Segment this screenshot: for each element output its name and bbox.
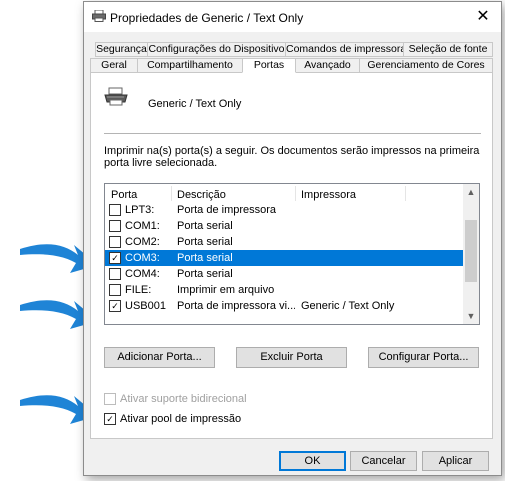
apply-button[interactable]: Aplicar — [422, 451, 489, 471]
column-header-porta[interactable]: Porta — [111, 189, 137, 201]
tab-configuracoes-dispositivo[interactable]: Configurações do Dispositivo — [147, 42, 286, 57]
column-header-impressora[interactable]: Impressora — [301, 189, 356, 201]
tab-seguranca[interactable]: Segurança — [95, 42, 148, 57]
port-checkbox[interactable]: ✓ — [109, 252, 121, 264]
delete-port-button[interactable]: Excluir Porta — [236, 347, 347, 368]
port-name: COM4: — [125, 268, 160, 280]
portas-panel: Generic / Text Only Imprimir na(s) porta… — [90, 72, 493, 439]
tab-portas[interactable]: Portas — [242, 58, 296, 73]
cancel-button[interactable]: Cancelar — [350, 451, 417, 471]
port-list-header: Porta Descrição Impressora — [105, 184, 463, 202]
printer-small-icon — [92, 10, 106, 22]
port-list[interactable]: Porta Descrição Impressora LPT3: Porta de… — [104, 183, 480, 325]
port-row[interactable]: ✓ COM3: Porta serial — [105, 250, 463, 266]
column-divider — [405, 186, 406, 201]
close-button[interactable]: ✕ — [465, 2, 501, 32]
port-name: LPT3: — [125, 204, 155, 216]
port-description: Porta de impressora vi... — [177, 300, 295, 312]
vertical-scrollbar[interactable]: ▲ ▼ — [463, 184, 479, 324]
tab-geral[interactable]: Geral — [90, 58, 138, 73]
tab-avancado[interactable]: Avançado — [295, 58, 360, 73]
port-description: Porta serial — [177, 236, 233, 248]
port-name: COM1: — [125, 220, 160, 232]
printer-icon — [104, 87, 128, 106]
printer-name: Generic / Text Only — [148, 98, 242, 110]
scroll-up-icon[interactable]: ▲ — [463, 184, 479, 200]
port-row[interactable]: COM4: Porta serial — [105, 266, 463, 282]
port-checkbox[interactable] — [109, 204, 121, 216]
port-name: FILE: — [125, 284, 152, 296]
ports-description: Imprimir na(s) porta(s) a seguir. Os doc… — [104, 145, 480, 169]
separator — [104, 133, 481, 134]
port-checkbox[interactable] — [109, 268, 121, 280]
port-description: Porta serial — [177, 252, 233, 264]
column-divider — [295, 186, 296, 201]
port-name: COM3: — [125, 252, 160, 264]
bidirectional-label: Ativar suporte bidirecional — [120, 393, 247, 405]
port-printer: Generic / Text Only — [301, 300, 395, 312]
port-checkbox[interactable] — [109, 236, 121, 248]
port-description: Porta serial — [177, 220, 233, 232]
scroll-thumb[interactable] — [465, 220, 477, 282]
configure-port-button[interactable]: Configurar Porta... — [368, 347, 479, 368]
window-title: Propriedades de Generic / Text Only — [110, 11, 304, 25]
scroll-down-icon[interactable]: ▼ — [463, 308, 479, 324]
bidirectional-checkbox[interactable] — [104, 393, 116, 405]
title-bar: Propriedades de Generic / Text Only ✕ — [84, 2, 501, 32]
port-name: COM2: — [125, 236, 160, 248]
ok-button[interactable]: OK — [279, 451, 346, 471]
port-row[interactable]: ✓ USB001 Porta de impressora vi... Generic … — [105, 298, 463, 314]
column-header-descricao[interactable]: Descrição — [177, 189, 226, 201]
column-divider — [171, 186, 172, 201]
port-checkbox[interactable]: ✓ — [109, 300, 121, 312]
printer-properties-dialog: Propriedades de Generic / Text Only ✕ Se… — [83, 1, 502, 476]
add-port-button[interactable]: Adicionar Porta... — [104, 347, 215, 368]
port-row[interactable]: COM1: Porta serial — [105, 218, 463, 234]
tab-selecao-fonte[interactable]: Seleção de fonte — [403, 42, 493, 57]
tab-gerenciamento-cores[interactable]: Gerenciamento de Cores — [359, 58, 493, 73]
tab-comandos-impressora[interactable]: Comandos de impressora — [285, 42, 404, 57]
port-description: Porta serial — [177, 268, 233, 280]
port-row[interactable]: FILE: Imprimir em arquivo — [105, 282, 463, 298]
port-checkbox[interactable] — [109, 284, 121, 296]
port-checkbox[interactable] — [109, 220, 121, 232]
port-description: Porta de impressora — [177, 204, 277, 216]
port-name: USB001 — [125, 300, 166, 312]
port-row[interactable]: COM2: Porta serial — [105, 234, 463, 250]
printer-pool-label: Ativar pool de impressão — [120, 413, 242, 425]
port-description: Imprimir em arquivo — [177, 284, 275, 296]
printer-pool-checkbox[interactable]: ✓ — [104, 413, 116, 425]
tab-compartilhamento[interactable]: Compartilhamento — [137, 58, 243, 73]
port-row[interactable]: LPT3: Porta de impressora — [105, 202, 463, 218]
